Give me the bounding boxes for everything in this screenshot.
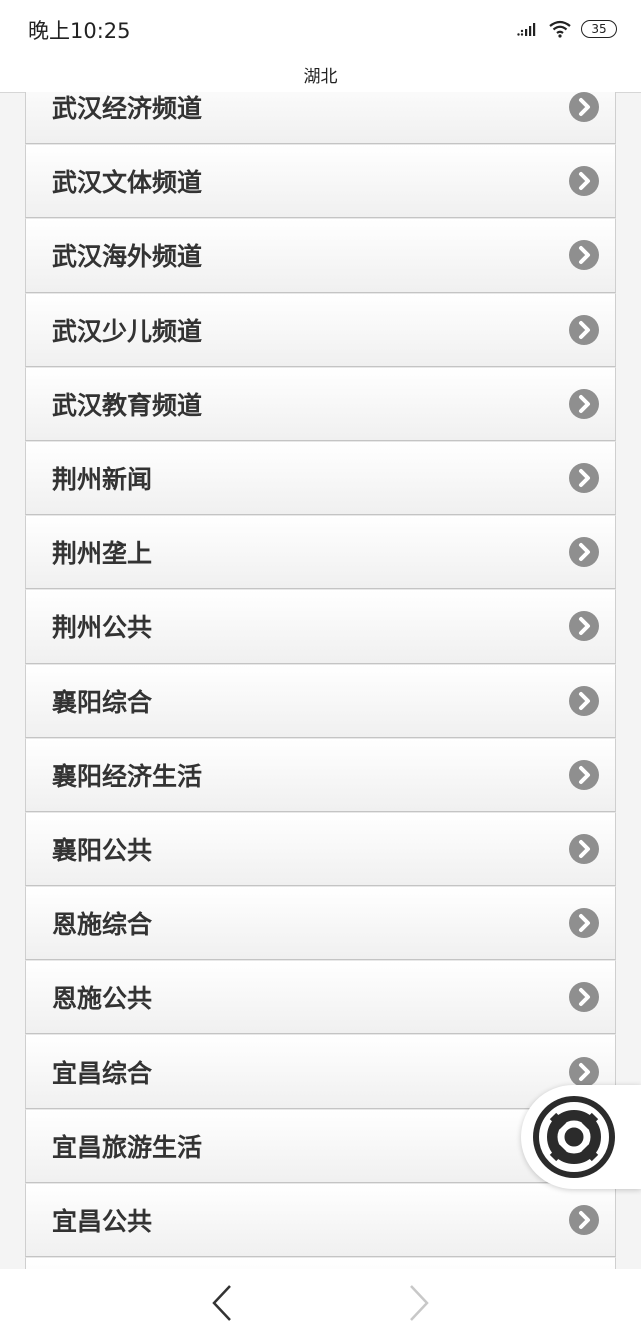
channel-row[interactable]: 宜昌综合 [25,1034,616,1109]
channel-label: 武汉少儿频道 [52,316,203,346]
chevron-right-circle-icon [569,908,599,939]
channel-row[interactable]: 武汉少儿频道 [25,292,616,367]
channel-label: 武汉文体频道 [52,168,203,198]
page-title: 湖北 [303,67,338,87]
chevron-right-circle-icon [569,833,599,864]
channel-label: 恩施综合 [52,910,153,940]
channel-label: 武汉经济频道 [52,94,203,124]
header: 湖北 [0,58,641,93]
forward-button[interactable] [403,1283,433,1323]
chevron-right-circle-icon [569,1056,599,1087]
channel-label: 武汉海外频道 [52,242,203,272]
wifi-icon [549,20,571,38]
chevron-right-circle-icon [569,982,599,1013]
channel-label: 襄阳经济生活 [52,761,203,791]
channel-row[interactable]: 恩施综合 [25,886,616,961]
channel-label: 荆州新闻 [52,465,153,495]
channel-label: 襄阳公共 [52,835,153,865]
chevron-right-icon [410,1285,429,1321]
channel-list: 武汉经济频道 武汉文体频道 武汉海外频道 武汉少儿频道 武汉教育频道 荆州新闻荆州垄上荆州… [25,92,616,1269]
chevron-right-circle-icon [569,314,599,345]
channel-row[interactable]: 荆州垄上 [25,515,616,590]
battery-level: 35 [591,22,607,36]
channel-row[interactable] [25,1257,616,1269]
channel-row[interactable]: 襄阳经济生活 [25,737,616,812]
channel-row[interactable]: 襄阳公共 [25,811,616,887]
signal-icon [517,23,536,36]
assistive-touch-icon [533,1096,615,1178]
channel-label: 宜昌旅游生活 [52,1132,203,1162]
channel-row[interactable]: 荆州公共 [25,589,616,664]
channel-row[interactable]: 恩施公共 [25,960,616,1035]
channel-row[interactable]: 武汉海外频道 [25,218,616,293]
status-bar: 晚上10:25 35 [0,0,641,58]
chevron-right-circle-icon [569,388,599,419]
channel-row[interactable]: 宜昌公共 [25,1182,616,1257]
chevron-right-circle-icon [569,92,599,123]
chevron-left-icon [212,1285,231,1321]
channel-label: 荆州公共 [52,613,153,643]
channel-row[interactable]: 襄阳综合 [25,663,616,738]
channel-label: 襄阳综合 [52,687,153,717]
battery-icon: 35 [581,20,617,38]
channel-row[interactable]: 武汉文体频道 [25,144,616,219]
chevron-right-circle-icon [569,166,599,197]
channel-row[interactable]: 武汉教育频道 [25,366,616,441]
chevron-right-circle-icon [569,1204,599,1235]
chevron-right-circle-icon [569,463,599,494]
status-icons: 35 [517,17,617,41]
chevron-right-circle-icon [569,537,599,568]
assistive-touch-button[interactable] [521,1085,641,1189]
chevron-right-circle-icon [569,759,599,790]
channel-label: 武汉教育频道 [52,390,203,420]
channel-label: 恩施公共 [52,984,153,1014]
channel-label: 荆州垄上 [52,539,153,569]
status-time: 晚上10:25 [28,19,131,43]
chevron-right-circle-icon [569,611,599,642]
channel-row[interactable]: 武汉经济频道 [25,92,616,145]
chevron-right-circle-icon [569,685,599,716]
bottom-nav-bar [0,1269,641,1334]
channel-label: 宜昌综合 [52,1058,153,1088]
channel-label: 宜昌公共 [52,1206,153,1236]
chevron-right-circle-icon [569,240,599,271]
channel-row[interactable]: 荆州新闻 [25,440,616,516]
back-button[interactable] [208,1283,238,1323]
